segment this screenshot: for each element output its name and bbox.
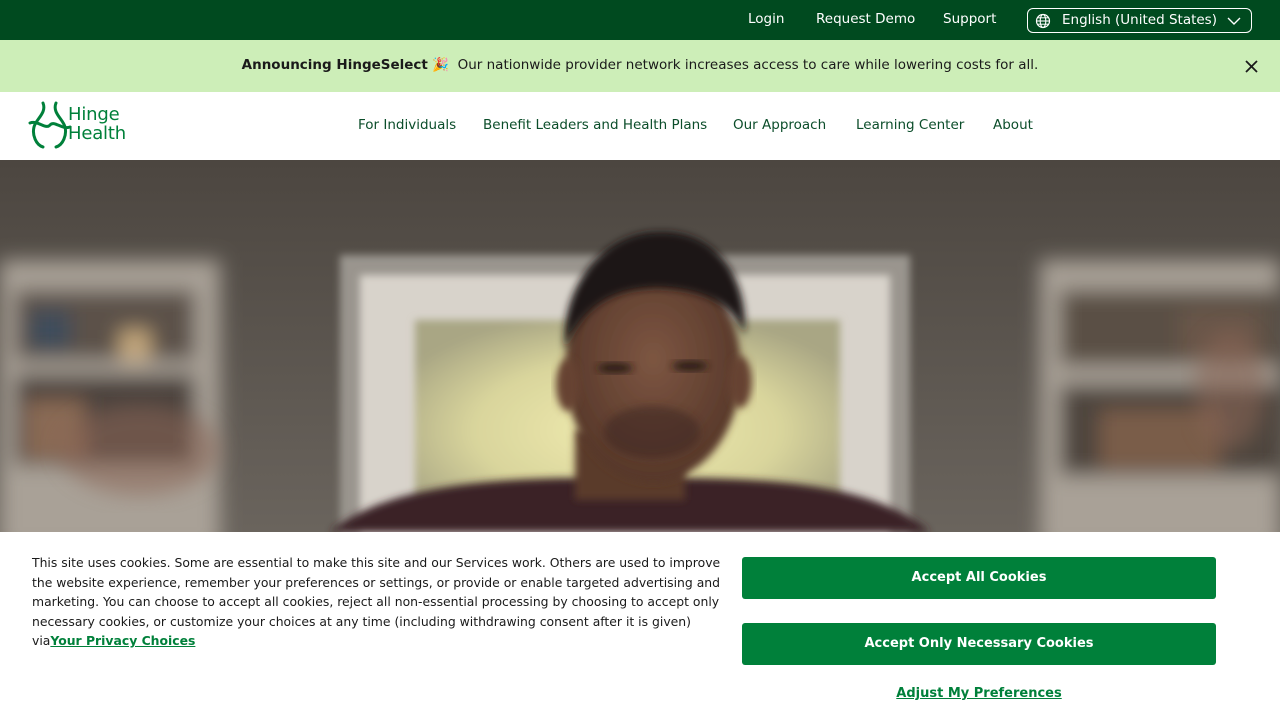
nav-for-individuals[interactable]: For Individuals xyxy=(358,117,456,133)
utility-bar: Login Request Demo Support English (Unit… xyxy=(0,0,1280,40)
announcement-message: Announcing HingeSelect 🎉 Our nationwide … xyxy=(0,57,1280,73)
login-link[interactable]: Login xyxy=(748,11,784,27)
adjust-preferences-link[interactable]: Adjust My Preferences xyxy=(742,686,1216,701)
logo-wordmark: Hinge Health xyxy=(68,105,126,143)
support-link[interactable]: Support xyxy=(943,11,996,27)
nav-learning-center[interactable]: Learning Center xyxy=(856,117,964,133)
nav-benefit-leaders[interactable]: Benefit Leaders and Health Plans xyxy=(483,117,707,133)
globe-icon xyxy=(1035,13,1051,29)
request-demo-link[interactable]: Request Demo xyxy=(816,11,915,27)
chevron-down-icon xyxy=(1227,17,1241,25)
logo-line-2: Health xyxy=(68,123,126,144)
language-label: English (United States) xyxy=(1062,12,1217,28)
hinge-health-logo[interactable]: Hinge Health xyxy=(28,101,148,151)
announcement-text: Our nationwide provider network increase… xyxy=(457,57,1039,73)
privacy-choices-link[interactable]: Your Privacy Choices xyxy=(50,633,195,648)
hero-image xyxy=(0,160,1280,532)
nav-about[interactable]: About xyxy=(993,117,1033,133)
announcement-title: Announcing HingeSelect xyxy=(241,57,428,73)
language-select[interactable]: English (United States) xyxy=(1027,8,1252,33)
close-icon[interactable] xyxy=(1243,58,1260,75)
party-emoji-icon: 🎉 xyxy=(432,57,449,73)
logo-line-1: Hinge xyxy=(68,104,120,125)
accept-necessary-cookies-button[interactable]: Accept Only Necessary Cookies xyxy=(742,623,1216,665)
announcement-bar: Announcing HingeSelect 🎉 Our nationwide … xyxy=(0,40,1280,92)
nav-our-approach[interactable]: Our Approach xyxy=(733,117,826,133)
cookie-banner: This site uses cookies. Some are essenti… xyxy=(0,532,1280,720)
cookie-message: This site uses cookies. Some are essenti… xyxy=(32,553,722,651)
hinge-logo-mark-icon xyxy=(28,101,72,149)
accept-all-cookies-button[interactable]: Accept All Cookies xyxy=(742,557,1216,599)
main-nav: Hinge Health For Individuals Benefit Lea… xyxy=(0,92,1280,160)
hero-video xyxy=(0,160,1280,532)
